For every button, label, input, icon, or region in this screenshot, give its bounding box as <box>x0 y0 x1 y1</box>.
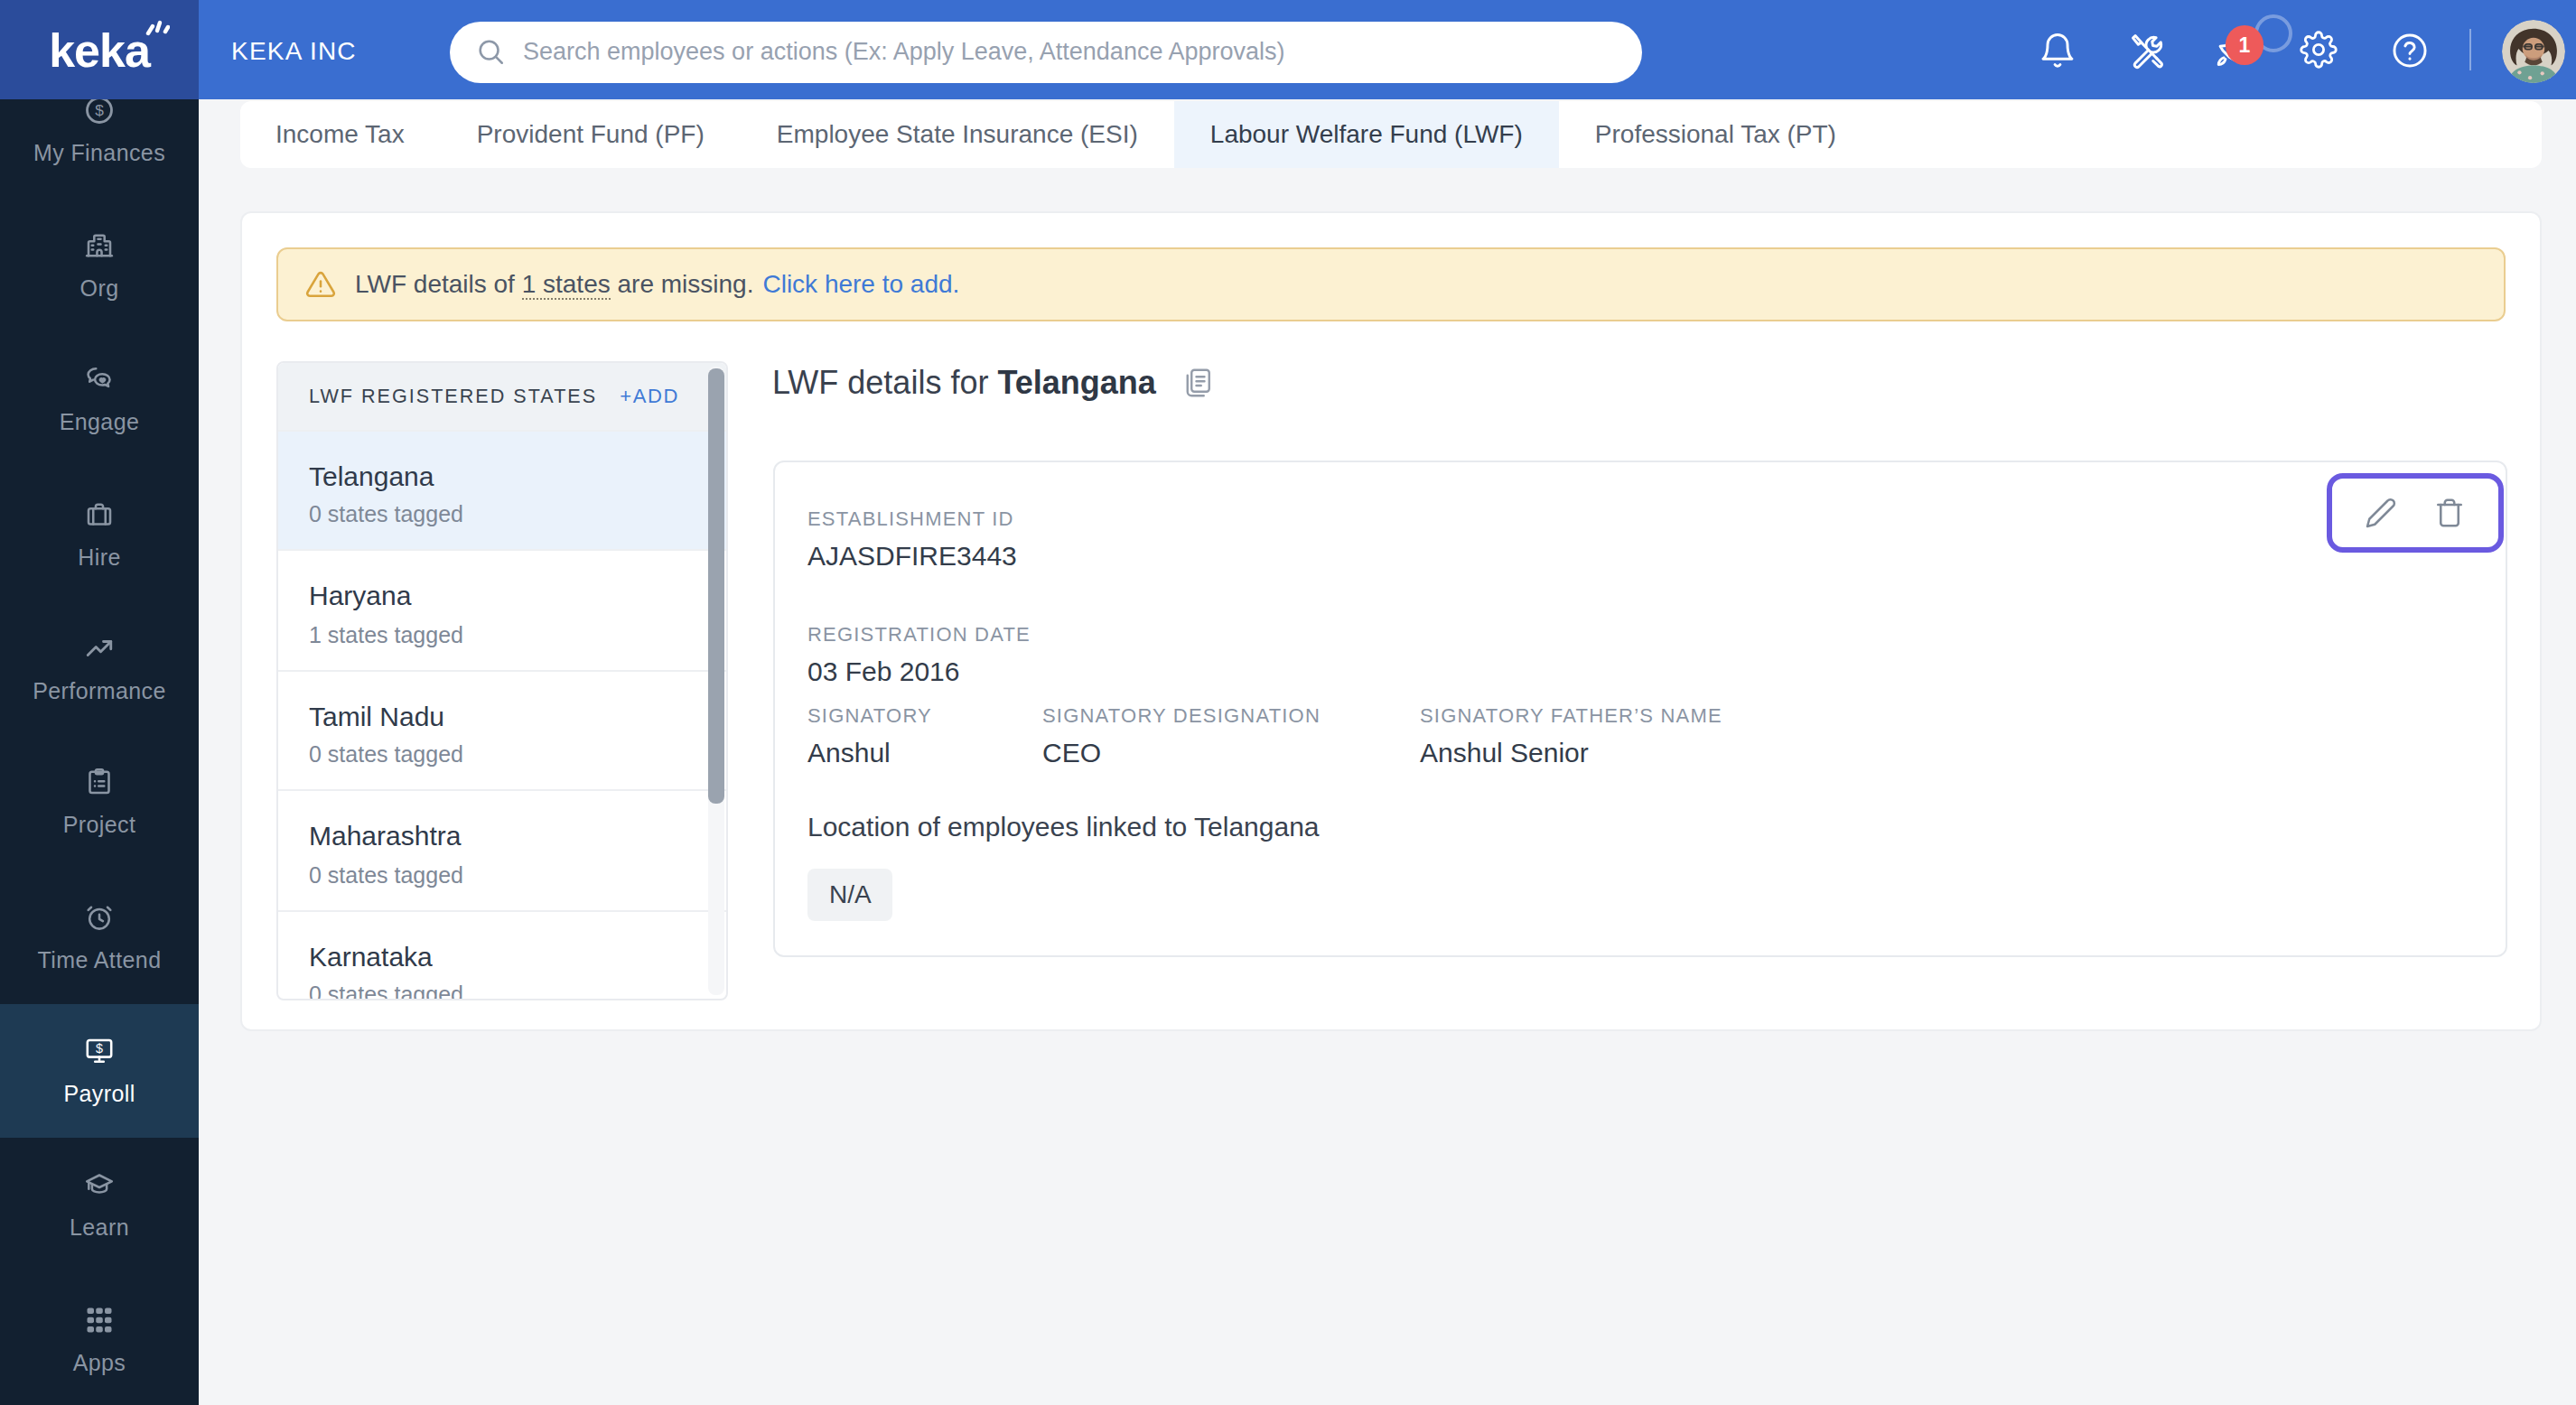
state-row-maharashtra[interactable]: Maharashtra 0 states tagged <box>278 789 726 909</box>
time-attend-icon <box>83 900 116 933</box>
signatory-father-label: SIGNATORY FATHER’S NAME <box>1420 706 1722 726</box>
warning-icon <box>304 269 335 300</box>
sidebar-item-label: Project <box>63 813 136 838</box>
finances-icon: $ <box>83 95 116 127</box>
org-icon <box>83 229 116 262</box>
sidebar-item-label: My Finances <box>33 142 165 167</box>
signatory-label: SIGNATORY <box>807 706 932 726</box>
sidebar-item-performance[interactable]: Performance <box>0 600 199 735</box>
tab-provident-fund[interactable]: Provident Fund (PF) <box>441 100 741 167</box>
svg-text:$: $ <box>96 1041 103 1056</box>
engage-icon <box>83 363 116 395</box>
global-search[interactable]: Search employees or actions (Ex: Apply L… <box>449 21 1641 82</box>
performance-icon <box>83 632 116 665</box>
sidebar: $ My Finances Org Engage Hire Performanc… <box>0 0 199 1405</box>
lwf-states-panel: LWF REGISTERED STATES +ADD Telangana 0 s… <box>276 361 728 1000</box>
keka-app: $ My Finances Org Engage Hire Performanc… <box>0 0 2576 1405</box>
delete-button[interactable] <box>2433 497 2466 529</box>
tab-esi[interactable]: Employee State Insurance (ESI) <box>741 100 1174 167</box>
tools-button[interactable] <box>2127 0 2167 99</box>
sidebar-item-engage[interactable]: Engage <box>0 332 199 467</box>
logo-sparkle-icon <box>145 12 170 35</box>
header-divider <box>2469 29 2470 70</box>
states-panel-header: LWF REGISTERED STATES +ADD <box>278 363 726 429</box>
banner-text: LWF details of 1 states are missing. <box>355 270 753 299</box>
copy-details-icon[interactable] <box>1181 366 1214 398</box>
states-panel-title: LWF REGISTERED STATES <box>309 386 597 407</box>
company-name: KEKA INC <box>231 0 357 99</box>
signatory-father-value: Anshul Senior <box>1420 738 1589 765</box>
sidebar-item-time-attend[interactable]: Time Attend <box>0 870 199 1004</box>
avatar-image <box>2502 20 2565 83</box>
edit-button[interactable] <box>2365 497 2397 529</box>
payroll-icon: $ <box>83 1035 116 1067</box>
search-icon <box>474 36 505 67</box>
sidebar-item-payroll[interactable]: $ Payroll <box>0 1003 199 1138</box>
edit-delete-annotation-box <box>2326 473 2504 552</box>
missing-states-banner: LWF details of 1 states are missing. Cli… <box>275 247 2506 321</box>
help-button[interactable] <box>2390 0 2430 99</box>
user-avatar[interactable] <box>2502 20 2565 83</box>
announcements-badge: 1 <box>2225 25 2263 64</box>
sidebar-item-org[interactable]: Org <box>0 198 199 332</box>
keka-logo[interactable]: keka <box>0 0 199 99</box>
search-placeholder: Search employees or actions (Ex: Apply L… <box>523 38 1285 65</box>
tab-lwf[interactable]: Labour Welfare Fund (LWF) <box>1174 100 1559 167</box>
sidebar-item-learn[interactable]: Learn <box>0 1138 199 1272</box>
notifications-button[interactable] <box>2038 0 2077 99</box>
registration-date-value: 03 Feb 2016 <box>807 656 960 684</box>
sidebar-item-label: Time Attend <box>38 947 162 972</box>
sidebar-item-hire[interactable]: Hire <box>0 467 199 601</box>
sidebar-item-label: Apps <box>73 1350 126 1375</box>
click-here-to-add-link[interactable]: Click here to add. <box>762 270 959 299</box>
location-value-chip: N/A <box>807 868 893 921</box>
sidebar-item-label: Hire <box>78 544 120 570</box>
lwf-content-card: LWF details of 1 states are missing. Cli… <box>239 211 2542 1031</box>
sidebar-item-label: Learn <box>70 1215 129 1241</box>
tab-income-tax[interactable]: Income Tax <box>239 100 441 167</box>
add-state-button[interactable]: +ADD <box>620 386 679 407</box>
signatory-designation-value: CEO <box>1042 738 1101 765</box>
state-row-karnataka[interactable]: Karnataka 0 states tagged <box>278 909 726 1000</box>
lwf-detail-card: ESTABLISHMENT ID AJASDFIRE3443 REGISTRAT… <box>772 460 2507 957</box>
missing-states-count: 1 states <box>522 270 611 301</box>
details-title-state: Telangana <box>997 365 1155 401</box>
svg-text:$: $ <box>95 102 104 120</box>
settings-button[interactable] <box>2300 0 2339 99</box>
registration-date-label: REGISTRATION DATE <box>807 625 1031 645</box>
state-row-tamil-nadu[interactable]: Tamil Nadu 0 states tagged <box>278 669 726 789</box>
location-label: Location of employees linked to Telangan… <box>807 812 1320 839</box>
establishment-id-label: ESTABLISHMENT ID <box>807 509 1014 529</box>
tab-professional-tax[interactable]: Professional Tax (PT) <box>1559 100 1872 167</box>
sidebar-item-label: Org <box>80 276 119 302</box>
signatory-designation-label: SIGNATORY DESIGNATION <box>1042 706 1321 726</box>
sidebar-item-apps[interactable]: Apps <box>0 1272 199 1405</box>
project-icon <box>83 766 116 798</box>
signatory-value: Anshul <box>807 738 891 765</box>
top-header: KEKA INC Search employees or actions (Ex… <box>199 0 2576 99</box>
states-scrollbar-thumb[interactable] <box>708 368 723 804</box>
establishment-id-value: AJASDFIRE3443 <box>807 541 1017 568</box>
sidebar-item-label: Engage <box>60 410 140 435</box>
sidebar-item-project[interactable]: Project <box>0 735 199 870</box>
apps-icon <box>83 1303 116 1335</box>
learn-icon <box>83 1168 116 1201</box>
sidebar-item-label: Performance <box>33 679 166 704</box>
details-title: LWF details for Telangana <box>772 365 1156 403</box>
hire-icon <box>83 498 116 530</box>
sidebar-item-label: Payroll <box>63 1082 135 1107</box>
sidebar-nav: $ My Finances Org Engage Hire Performanc… <box>0 64 199 1405</box>
logo-text: keka <box>49 23 150 77</box>
state-row-haryana[interactable]: Haryana 1 states tagged <box>278 549 726 669</box>
tax-tabs: Income Tax Provident Fund (PF) Employee … <box>239 100 2542 167</box>
state-row-telangana[interactable]: Telangana 0 states tagged <box>278 429 726 549</box>
